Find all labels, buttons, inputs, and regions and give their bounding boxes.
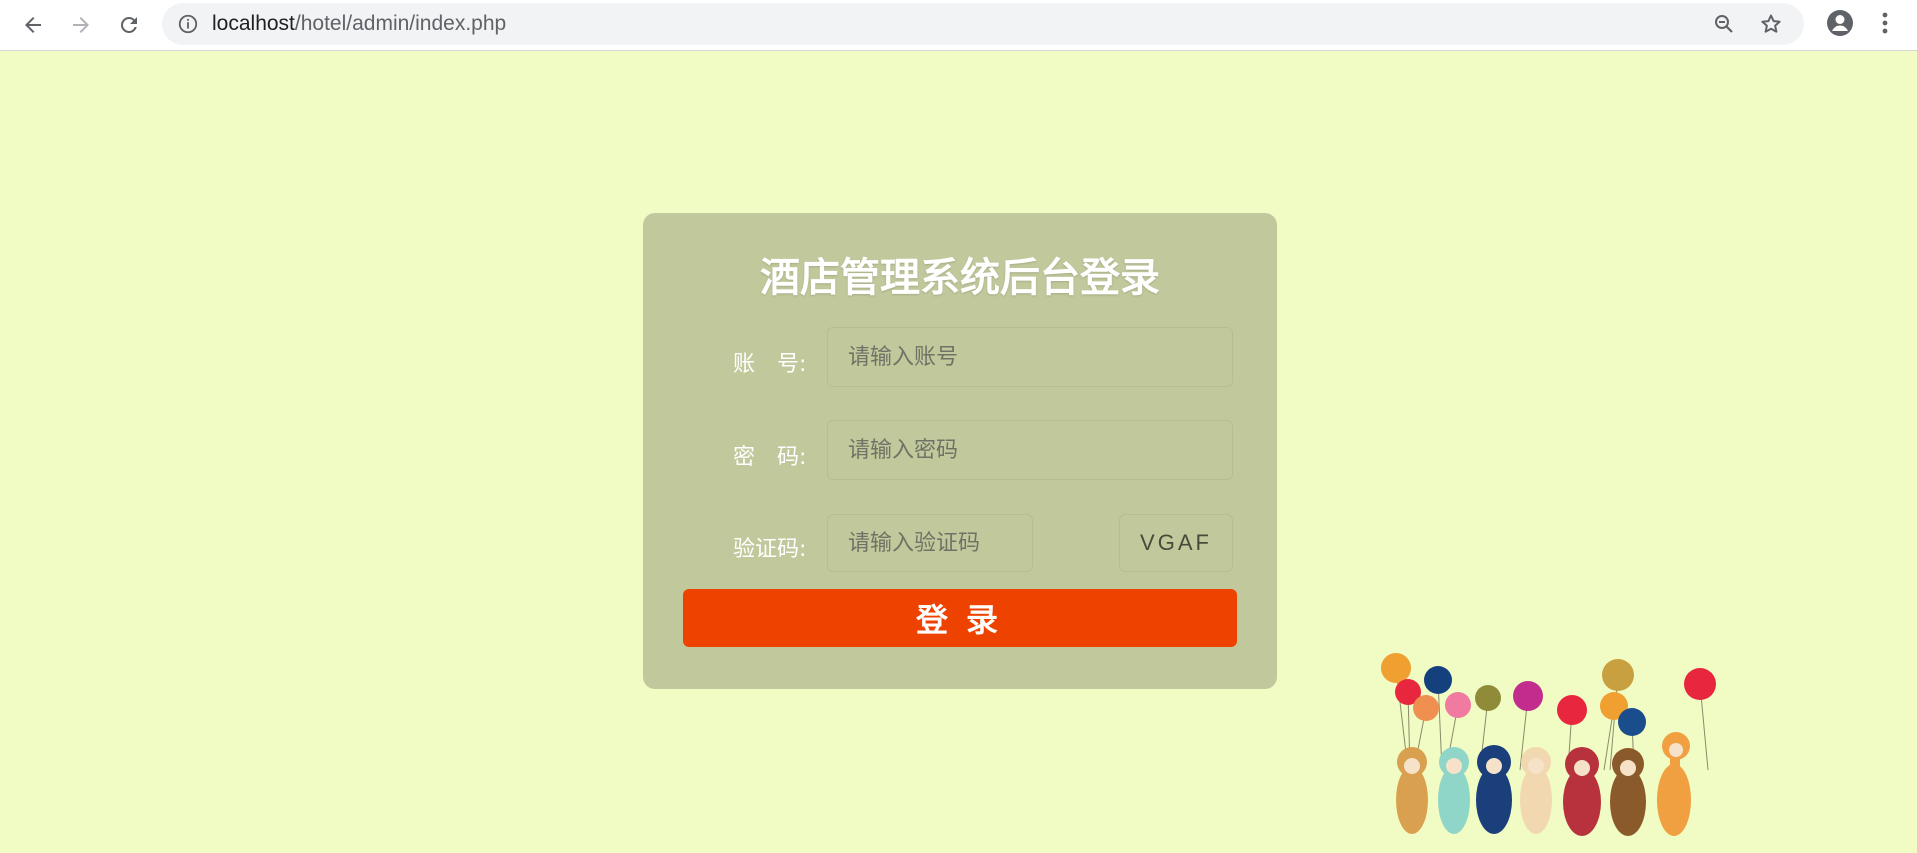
more-menu-icon[interactable]	[1875, 8, 1895, 38]
browser-toolbar: localhost/hotel/admin/index.php	[0, 0, 1917, 51]
login-button[interactable]: 登录	[683, 589, 1237, 647]
back-arrow-icon	[25, 17, 41, 33]
forward-arrow-icon	[73, 17, 89, 33]
account-label: 账 号:	[733, 352, 807, 377]
bookmark-star-icon[interactable]	[1759, 12, 1783, 36]
forward-button[interactable]	[64, 8, 98, 42]
reload-button[interactable]	[112, 8, 146, 42]
site-info-icon[interactable]	[176, 12, 200, 36]
zoom-icon[interactable]	[1712, 12, 1736, 36]
captcha-input[interactable]	[827, 514, 1033, 572]
reload-icon	[121, 17, 137, 33]
login-panel: 酒店管理系统后台登录 账 号: 密 码: 验证码: VGAF 登录	[643, 213, 1277, 689]
password-input[interactable]	[827, 420, 1233, 480]
url-host: localhost	[212, 12, 295, 35]
account-input[interactable]	[827, 327, 1233, 387]
balloon-animals-illustration	[1381, 653, 1716, 836]
url-text[interactable]: localhost/hotel/admin/index.php	[212, 13, 506, 35]
address-bar[interactable]: localhost/hotel/admin/index.php	[162, 3, 1804, 45]
password-label: 密 码:	[733, 445, 807, 470]
profile-avatar-icon[interactable]	[1825, 8, 1855, 38]
captcha-label: 验证码:	[733, 537, 807, 562]
page-title: 酒店管理系统后台登录	[760, 255, 1160, 301]
url-path: /hotel/admin/index.php	[294, 12, 507, 35]
captcha-code[interactable]: VGAF	[1119, 514, 1233, 572]
back-button[interactable]	[16, 8, 50, 42]
